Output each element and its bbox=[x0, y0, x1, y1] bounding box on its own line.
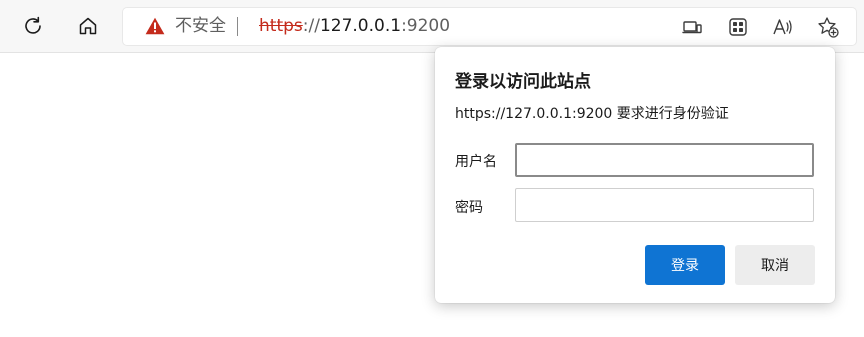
add-favorite-button[interactable] bbox=[816, 15, 840, 39]
add-favorite-icon bbox=[818, 17, 839, 38]
login-button[interactable]: 登录 bbox=[645, 245, 725, 285]
browser-toolbar: 不安全 https://127.0.0.1:9200 bbox=[0, 0, 864, 53]
username-input[interactable] bbox=[515, 143, 814, 177]
url-scheme: https bbox=[259, 16, 303, 36]
dialog-title: 登录以访问此站点 bbox=[455, 72, 591, 92]
read-aloud-icon bbox=[773, 19, 792, 35]
home-icon bbox=[79, 17, 97, 35]
home-button[interactable] bbox=[71, 9, 105, 43]
app-available-icon bbox=[682, 21, 702, 34]
security-status-label[interactable]: 不安全 bbox=[175, 16, 226, 36]
url-text[interactable]: https://127.0.0.1:9200 bbox=[259, 16, 450, 36]
password-label: 密码 bbox=[455, 200, 483, 216]
url-separator: :// bbox=[302, 16, 320, 36]
warning-icon[interactable] bbox=[145, 17, 165, 35]
dialog-message: https://127.0.0.1:9200 要求进行身份验证 bbox=[455, 106, 729, 122]
username-label: 用户名 bbox=[455, 154, 497, 170]
extensions-icon bbox=[729, 18, 747, 36]
password-input[interactable] bbox=[515, 188, 814, 222]
refresh-button[interactable] bbox=[16, 9, 50, 43]
url-port: :9200 bbox=[401, 16, 451, 36]
app-available-button[interactable] bbox=[680, 15, 704, 39]
read-aloud-button[interactable] bbox=[771, 15, 795, 39]
address-separator bbox=[237, 17, 238, 36]
refresh-icon bbox=[25, 16, 41, 34]
address-bar[interactable]: 不安全 https://127.0.0.1:9200 bbox=[123, 8, 856, 45]
auth-dialog: 登录以访问此站点 https://127.0.0.1:9200 要求进行身份验证… bbox=[435, 47, 835, 303]
url-host: 127.0.0.1 bbox=[319, 16, 402, 36]
cancel-button[interactable]: 取消 bbox=[735, 245, 815, 285]
extensions-button[interactable] bbox=[726, 15, 750, 39]
